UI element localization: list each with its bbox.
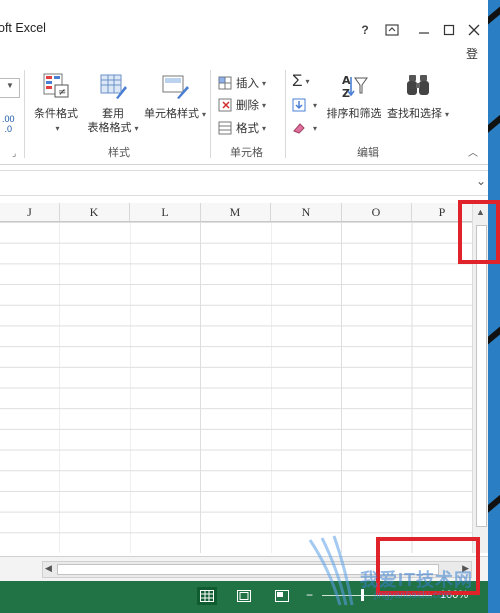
delete-icon: [218, 98, 232, 112]
page-break-preview-button[interactable]: [272, 587, 292, 605]
watermark-text: 我爱IT技术网: [360, 570, 473, 590]
minimize-icon: [419, 32, 429, 34]
format-as-table-button[interactable]: 套用 表格格式 ▾: [84, 72, 142, 136]
normal-view-button[interactable]: [197, 587, 217, 605]
cell-styles-button[interactable]: 单元格样式 ▾: [144, 72, 206, 122]
cell-styles-icon: [162, 75, 189, 99]
column-header-n[interactable]: N: [271, 203, 342, 221]
insert-button[interactable]: 插入 ▾: [218, 74, 266, 92]
delete-button[interactable]: 删除 ▾: [218, 96, 266, 114]
conditional-formatting-label: 条件格式▾: [34, 108, 78, 133]
highlight-box-scrollbar-top: [458, 200, 500, 264]
help-button[interactable]: ?: [355, 21, 375, 39]
format-button[interactable]: 格式 ▾: [218, 119, 266, 137]
watermark-url: jingyanbaidu.com: [374, 590, 452, 601]
insert-icon: [218, 76, 232, 90]
cell-grid[interactable]: [0, 222, 472, 553]
fill-down-icon: [292, 98, 306, 112]
svg-text:A: A: [342, 74, 351, 87]
minimize-button[interactable]: [414, 21, 434, 39]
binoculars-icon: [407, 75, 429, 95]
column-header-l[interactable]: L: [130, 203, 201, 221]
column-header-m[interactable]: M: [200, 203, 271, 221]
format-as-table-label-1: 套用: [102, 108, 124, 120]
number-format-dropdown[interactable]: ▼: [0, 78, 20, 98]
collapse-ribbon-button[interactable]: ︿: [468, 144, 478, 159]
conditional-formatting-icon: ≠: [43, 73, 69, 98]
page-break-icon: [275, 590, 289, 602]
eraser-icon: [293, 123, 305, 134]
editing-group-label: 编辑: [357, 147, 379, 159]
page-layout-view-button[interactable]: [234, 587, 254, 605]
desktop-background: [481, 0, 500, 613]
sort-filter-button[interactable]: A Z 排序和筛选: [324, 72, 384, 121]
maximize-icon: [443, 24, 455, 36]
maximize-button[interactable]: [439, 21, 459, 39]
column-headers: J K L M N O P: [0, 203, 472, 222]
svg-text:≠: ≠: [58, 87, 66, 98]
column-header-j[interactable]: J: [0, 203, 60, 221]
ribbon-display-options-button[interactable]: [382, 21, 402, 39]
cell-styles-label: 单元格样式 ▾: [144, 108, 207, 120]
format-as-table-icon: [100, 74, 127, 99]
column-header-k[interactable]: K: [59, 203, 130, 221]
decrease-decimal-button[interactable]: .00 .0: [2, 114, 15, 134]
svg-text:Z: Z: [342, 87, 350, 100]
watermark: 我爱IT技术网 jingyanbaidu.com: [300, 530, 500, 613]
formula-bar[interactable]: ⌄: [0, 170, 488, 196]
chevron-down-icon: ▼: [6, 81, 14, 90]
conditional-formatting-button[interactable]: ≠ 条件格式▾: [31, 72, 81, 136]
expand-formula-bar-icon[interactable]: ⌄: [476, 174, 486, 188]
column-header-o[interactable]: O: [341, 203, 412, 221]
sigma-icon: Σ: [292, 71, 303, 90]
sort-filter-icon: A Z: [342, 74, 368, 100]
format-cells-icon: [218, 121, 232, 135]
ribbon-options-icon: [385, 24, 399, 36]
scroll-left-arrow-icon[interactable]: ◀: [45, 563, 52, 574]
vertical-scroll-thumb[interactable]: [476, 225, 487, 527]
excel-window: oft Excel ? 登录 ▼ .00 .0 ⌟: [0, 0, 488, 613]
normal-view-icon: [200, 590, 214, 602]
window-title: oft Excel: [0, 21, 46, 35]
format-as-table-label-2: 表格格式 ▾: [87, 122, 139, 134]
close-icon: [468, 24, 480, 36]
styles-group-label: 样式: [108, 147, 130, 159]
find-select-label: 查找和选择 ▾: [386, 108, 449, 120]
find-select-button[interactable]: 查找和选择 ▾: [386, 72, 450, 122]
chevron-up-icon: ︿: [468, 148, 478, 159]
title-bar: oft Excel ?: [0, 0, 488, 40]
cells-group-label: 单元格: [230, 147, 263, 159]
page-layout-icon: [237, 590, 251, 602]
close-button[interactable]: [464, 21, 484, 39]
clear-button[interactable]: ▾: [292, 119, 317, 137]
fill-button[interactable]: ▾: [292, 96, 317, 114]
number-group-launcher-icon[interactable]: ⌟: [12, 148, 16, 159]
ribbon: ▼ .00 .0 ⌟ ≠ 条件格式▾ 套用 表格格式 ▾ 单元格样式 ▾ 样式 …: [0, 64, 488, 165]
sort-filter-label: 排序和筛选: [326, 108, 382, 120]
autosum-button[interactable]: Σ ▾: [292, 71, 310, 90]
